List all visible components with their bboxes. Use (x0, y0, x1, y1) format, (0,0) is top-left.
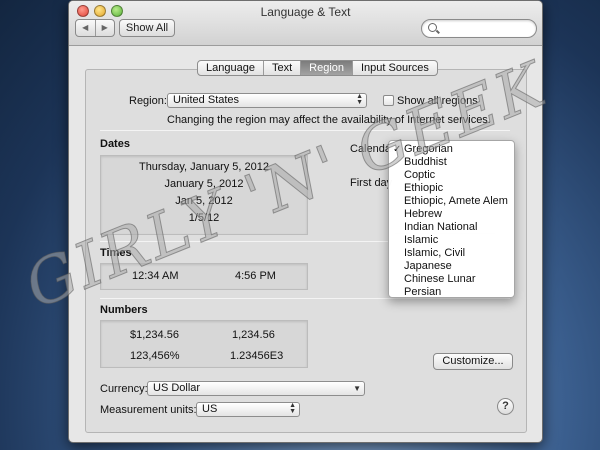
number-decimal: 1,234.56 (232, 329, 275, 341)
date-full: Thursday, January 5, 2012 (138, 161, 270, 173)
currency-popup[interactable]: US Dollar ▼ (147, 381, 365, 396)
times-heading: Times (100, 247, 132, 259)
calendar-menu-item[interactable]: ✓ Gregorian (389, 143, 514, 156)
measurement-label: Measurement units: (100, 404, 197, 416)
region-notice: Changing the region may affect the avail… (167, 114, 491, 126)
customize-button[interactable]: Customize... (433, 353, 513, 370)
calendar-menu-item[interactable]: Coptic (389, 169, 514, 182)
date-short: 1/5/12 (188, 212, 220, 224)
tab-text[interactable]: Text (262, 61, 300, 75)
calendar-menu-item[interactable]: Ethiopic (389, 182, 514, 195)
nav-buttons: ◀ ▶ (75, 19, 115, 37)
calendar-menu-item[interactable]: Ethiopic, Amete Alem (389, 195, 514, 208)
number-percent: 123,456% (130, 350, 180, 362)
search-icon (428, 23, 437, 32)
popup-arrows-icon: ▲ ▼ (289, 402, 296, 415)
calendar-menu-item[interactable]: Hebrew (389, 208, 514, 221)
time-pm: 4:56 PM (235, 270, 276, 282)
measurement-popup[interactable]: US ▲ ▼ (196, 402, 300, 417)
checkmark-icon: ✓ (393, 144, 402, 155)
calendar-menu-item[interactable]: Persian (389, 286, 514, 299)
numbers-heading: Numbers (100, 304, 148, 316)
dates-heading: Dates (100, 138, 130, 150)
region-label: Region: (129, 95, 167, 107)
chevron-down-icon: ▼ (353, 384, 361, 393)
calendar-menu-item[interactable]: Islamic (389, 234, 514, 247)
region-popup[interactable]: United States ▲ ▼ (167, 93, 367, 108)
number-currency: $1,234.56 (130, 329, 179, 341)
title-bar: Language & Text ◀ ▶ Show All (69, 1, 542, 46)
forward-icon[interactable]: ▶ (94, 20, 115, 36)
currency-value: US Dollar (153, 382, 201, 394)
calendar-menu-item[interactable]: Chinese Lunar (389, 273, 514, 286)
back-icon[interactable]: ◀ (76, 20, 95, 36)
tab-bar: Language Text Region Input Sources (197, 60, 438, 76)
measurement-value: US (202, 403, 218, 415)
tab-input-sources[interactable]: Input Sources (352, 61, 437, 75)
date-medium: Jan 5, 2012 (175, 195, 233, 207)
divider (100, 130, 510, 131)
number-scientific: 1.23456E3 (230, 350, 284, 362)
search-input[interactable] (421, 19, 537, 38)
time-am: 12:34 AM (132, 270, 179, 282)
popup-arrows-icon: ▲ ▼ (356, 93, 363, 106)
show-all-regions-label: Show all regions (397, 95, 478, 107)
region-value: United States (173, 94, 240, 106)
tab-language[interactable]: Language (198, 61, 263, 75)
calendar-menu-item[interactable]: Japanese (389, 260, 514, 273)
show-all-button[interactable]: Show All (119, 19, 175, 37)
tab-region[interactable]: Region (300, 61, 352, 75)
show-all-regions-checkbox[interactable] (383, 95, 394, 106)
calendar-menu[interactable]: ✓ Gregorian Buddhist Coptic Ethiopic Eth… (388, 140, 515, 298)
window-title: Language & Text (260, 5, 351, 19)
currency-label: Currency: (100, 383, 148, 395)
help-button[interactable]: ? (497, 398, 514, 415)
calendar-menu-item[interactable]: Islamic, Civil (389, 247, 514, 260)
calendar-menu-item[interactable]: Indian National (389, 221, 514, 234)
calendar-menu-item[interactable]: Buddhist (389, 156, 514, 169)
first-day-label: First day (350, 177, 393, 189)
date-long: January 5, 2012 (164, 178, 244, 190)
